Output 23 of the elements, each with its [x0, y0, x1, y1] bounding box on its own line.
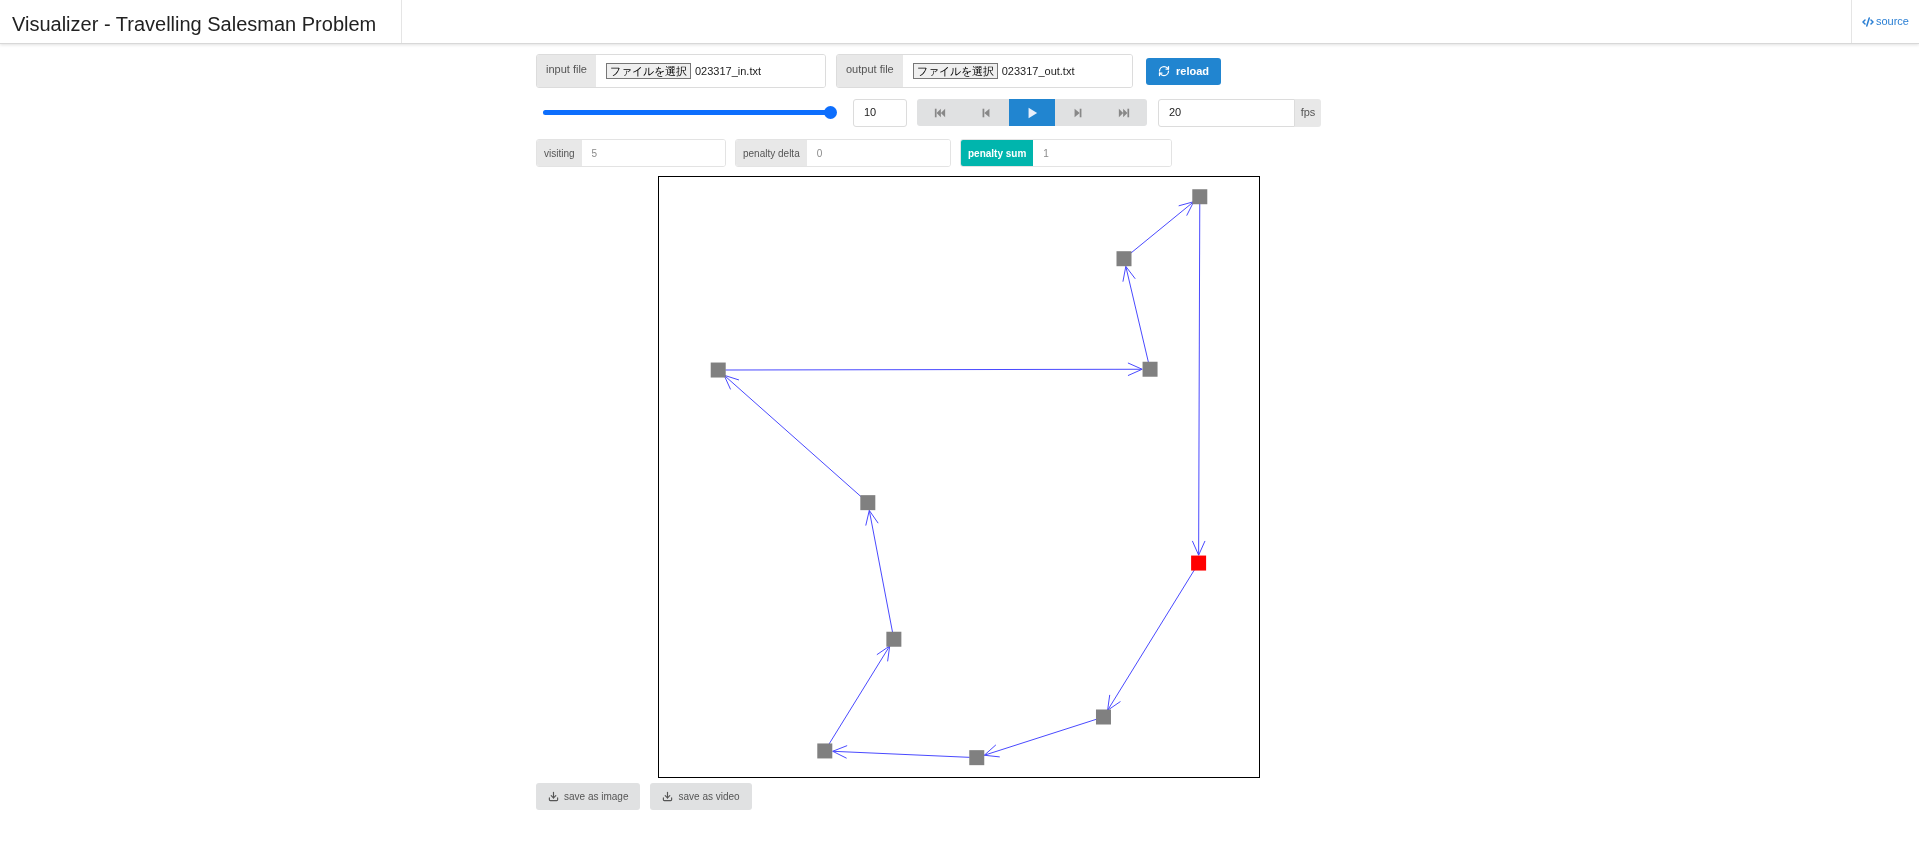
page-title: Visualizer - Travelling Salesman Problem — [0, 0, 402, 43]
save-button[interactable]: save as video — [650, 783, 752, 810]
fps-input[interactable]: 20 — [1158, 98, 1295, 127]
play-icon — [1026, 106, 1038, 119]
save-button[interactable]: save as image — [536, 783, 641, 810]
playback-button[interactable] — [1009, 99, 1055, 126]
skip-forward-icon — [1118, 106, 1130, 119]
step-back-icon — [980, 106, 992, 119]
source-link[interactable]: source — [1850, 0, 1919, 43]
skip-back-icon — [934, 106, 946, 119]
download-icon — [662, 791, 674, 802]
frame-input[interactable]: 10 — [853, 98, 907, 127]
slider-thumb[interactable] — [824, 106, 837, 119]
playback-button[interactable] — [1101, 99, 1147, 126]
step-forward-icon — [1072, 106, 1084, 119]
reload-button[interactable]: reload — [1146, 57, 1221, 85]
download-icon — [548, 791, 559, 802]
playback-button[interactable] — [963, 99, 1009, 126]
code-icon — [1861, 15, 1874, 28]
playback-button[interactable] — [917, 99, 963, 126]
refresh-icon — [1158, 65, 1170, 77]
playback-button[interactable] — [1055, 99, 1101, 126]
fps-label: fps — [1295, 98, 1321, 127]
